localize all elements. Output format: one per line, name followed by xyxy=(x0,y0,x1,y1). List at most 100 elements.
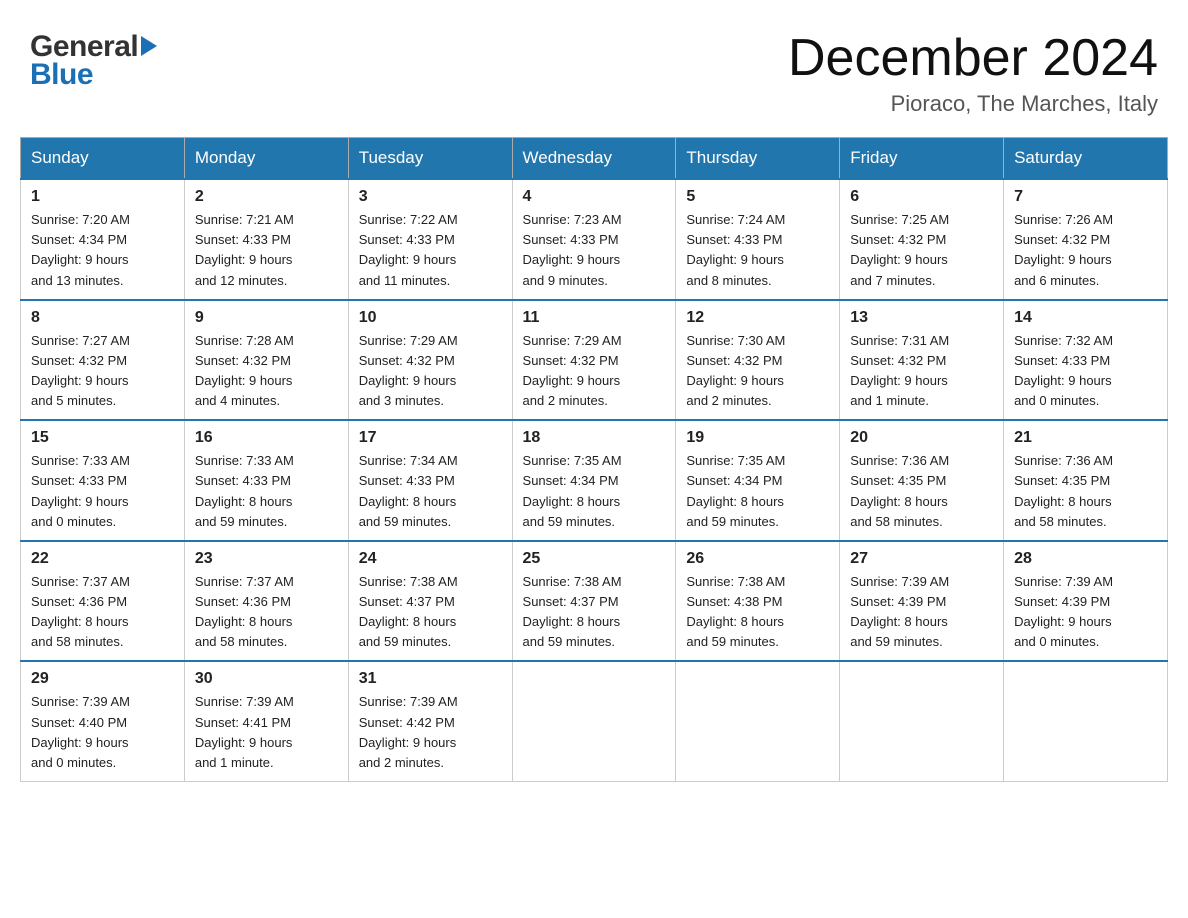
header-day-saturday: Saturday xyxy=(1004,138,1168,180)
day-info: Sunrise: 7:26 AMSunset: 4:32 PMDaylight:… xyxy=(1014,210,1157,291)
day-number: 3 xyxy=(359,188,502,206)
calendar-cell: 13Sunrise: 7:31 AMSunset: 4:32 PMDayligh… xyxy=(840,300,1004,421)
calendar-cell: 26 Sunrise: 7:38 AMSunset: 4:38 PMDayligh… xyxy=(676,541,840,662)
day-number: 18 xyxy=(523,429,666,447)
day-number: 10 xyxy=(359,309,502,327)
day-number: 29 xyxy=(31,670,174,688)
calendar-cell: 2 Sunrise: 7:21 AMSunset: 4:33 PMDaylight… xyxy=(184,179,348,300)
day-info: Sunrise: 7:38 AMSunset: 4:37 PMDaylight:… xyxy=(359,572,502,653)
day-number: 20 xyxy=(850,429,993,447)
day-info: Sunrise: 7:33 AMSunset: 4:33 PMDaylight:… xyxy=(195,451,338,532)
page-header: General Blue December 2024 Pioraco, The … xyxy=(20,20,1168,117)
calendar-cell: 9Sunrise: 7:28 AMSunset: 4:32 PMDaylight… xyxy=(184,300,348,421)
week-row-4: 22 Sunrise: 7:37 AMSunset: 4:36 PMDayligh… xyxy=(21,541,1168,662)
calendar-cell: 12Sunrise: 7:30 AMSunset: 4:32 PMDayligh… xyxy=(676,300,840,421)
calendar-cell xyxy=(1004,661,1168,781)
week-row-2: 8 Sunrise: 7:27 AMSunset: 4:32 PMDaylight… xyxy=(21,300,1168,421)
calendar-cell: 11 Sunrise: 7:29 AMSunset: 4:32 PMDayligh… xyxy=(512,300,676,421)
day-number: 21 xyxy=(1014,429,1157,447)
week-row-3: 15Sunrise: 7:33 AMSunset: 4:33 PMDayligh… xyxy=(21,420,1168,541)
calendar-cell: 23 Sunrise: 7:37 AMSunset: 4:36 PMDayligh… xyxy=(184,541,348,662)
day-info: Sunrise: 7:36 AMSunset: 4:35 PMDaylight:… xyxy=(850,451,993,532)
day-info: Sunrise: 7:23 AMSunset: 4:33 PMDaylight:… xyxy=(523,210,666,291)
day-number: 31 xyxy=(359,670,502,688)
calendar-cell xyxy=(840,661,1004,781)
calendar-cell: 6 Sunrise: 7:25 AMSunset: 4:32 PMDaylight… xyxy=(840,179,1004,300)
day-number: 19 xyxy=(686,429,829,447)
day-number: 16 xyxy=(195,429,338,447)
day-info: Sunrise: 7:28 AMSunset: 4:32 PMDaylight:… xyxy=(195,331,338,412)
calendar-cell: 17Sunrise: 7:34 AMSunset: 4:33 PMDayligh… xyxy=(348,420,512,541)
day-number: 5 xyxy=(686,188,829,206)
calendar-cell: 21 Sunrise: 7:36 AMSunset: 4:35 PMDayligh… xyxy=(1004,420,1168,541)
calendar-cell: 31 Sunrise: 7:39 AMSunset: 4:42 PMDayligh… xyxy=(348,661,512,781)
day-number: 1 xyxy=(31,188,174,206)
day-number: 7 xyxy=(1014,188,1157,206)
logo-triangle-icon xyxy=(141,36,157,56)
day-info: Sunrise: 7:24 AMSunset: 4:33 PMDaylight:… xyxy=(686,210,829,291)
header-day-friday: Friday xyxy=(840,138,1004,180)
header-day-monday: Monday xyxy=(184,138,348,180)
day-number: 4 xyxy=(523,188,666,206)
day-info: Sunrise: 7:21 AMSunset: 4:33 PMDaylight:… xyxy=(195,210,338,291)
day-info: Sunrise: 7:38 AMSunset: 4:37 PMDaylight:… xyxy=(523,572,666,653)
day-info: Sunrise: 7:25 AMSunset: 4:32 PMDaylight:… xyxy=(850,210,993,291)
calendar-cell: 27 Sunrise: 7:39 AMSunset: 4:39 PMDayligh… xyxy=(840,541,1004,662)
day-number: 14 xyxy=(1014,309,1157,327)
calendar-cell: 16 Sunrise: 7:33 AMSunset: 4:33 PMDayligh… xyxy=(184,420,348,541)
calendar-cell xyxy=(676,661,840,781)
day-info: Sunrise: 7:39 AMSunset: 4:41 PMDaylight:… xyxy=(195,692,338,773)
calendar-cell: 19 Sunrise: 7:35 AMSunset: 4:34 PMDayligh… xyxy=(676,420,840,541)
week-row-5: 29 Sunrise: 7:39 AMSunset: 4:40 PMDayligh… xyxy=(21,661,1168,781)
day-info: Sunrise: 7:22 AMSunset: 4:33 PMDaylight:… xyxy=(359,210,502,291)
day-info: Sunrise: 7:39 AMSunset: 4:39 PMDaylight:… xyxy=(850,572,993,653)
calendar-cell: 1 Sunrise: 7:20 AMSunset: 4:34 PMDaylight… xyxy=(21,179,185,300)
day-number: 6 xyxy=(850,188,993,206)
day-number: 22 xyxy=(31,550,174,568)
calendar-cell: 3 Sunrise: 7:22 AMSunset: 4:33 PMDaylight… xyxy=(348,179,512,300)
day-info: Sunrise: 7:39 AMSunset: 4:39 PMDaylight:… xyxy=(1014,572,1157,653)
calendar-cell: 22 Sunrise: 7:37 AMSunset: 4:36 PMDayligh… xyxy=(21,541,185,662)
week-row-1: 1 Sunrise: 7:20 AMSunset: 4:34 PMDaylight… xyxy=(21,179,1168,300)
day-info: Sunrise: 7:35 AMSunset: 4:34 PMDaylight:… xyxy=(686,451,829,532)
day-number: 11 xyxy=(523,309,666,327)
logo-blue-text: Blue xyxy=(30,58,93,92)
day-number: 25 xyxy=(523,550,666,568)
day-number: 23 xyxy=(195,550,338,568)
calendar-cell: 10 Sunrise: 7:29 AMSunset: 4:32 PMDayligh… xyxy=(348,300,512,421)
day-info: Sunrise: 7:36 AMSunset: 4:35 PMDaylight:… xyxy=(1014,451,1157,532)
logo: General Blue xyxy=(30,30,157,92)
calendar-cell: 15Sunrise: 7:33 AMSunset: 4:33 PMDayligh… xyxy=(21,420,185,541)
day-number: 12 xyxy=(686,309,829,327)
day-number: 28 xyxy=(1014,550,1157,568)
day-info: Sunrise: 7:33 AMSunset: 4:33 PMDaylight:… xyxy=(31,451,174,532)
calendar-cell xyxy=(512,661,676,781)
day-number: 30 xyxy=(195,670,338,688)
calendar-cell: 8 Sunrise: 7:27 AMSunset: 4:32 PMDaylight… xyxy=(21,300,185,421)
day-info: Sunrise: 7:39 AMSunset: 4:40 PMDaylight:… xyxy=(31,692,174,773)
month-year-title: December 2024 xyxy=(788,30,1158,87)
header-row: SundayMondayTuesdayWednesdayThursdayFrid… xyxy=(21,138,1168,180)
day-info: Sunrise: 7:20 AMSunset: 4:34 PMDaylight:… xyxy=(31,210,174,291)
day-number: 24 xyxy=(359,550,502,568)
day-info: Sunrise: 7:31 AMSunset: 4:32 PMDaylight:… xyxy=(850,331,993,412)
day-info: Sunrise: 7:32 AMSunset: 4:33 PMDaylight:… xyxy=(1014,331,1157,412)
calendar-cell: 7 Sunrise: 7:26 AMSunset: 4:32 PMDaylight… xyxy=(1004,179,1168,300)
day-number: 2 xyxy=(195,188,338,206)
day-number: 8 xyxy=(31,309,174,327)
calendar-cell: 25 Sunrise: 7:38 AMSunset: 4:37 PMDayligh… xyxy=(512,541,676,662)
day-number: 27 xyxy=(850,550,993,568)
day-info: Sunrise: 7:39 AMSunset: 4:42 PMDaylight:… xyxy=(359,692,502,773)
day-number: 26 xyxy=(686,550,829,568)
calendar-cell: 18 Sunrise: 7:35 AMSunset: 4:34 PMDayligh… xyxy=(512,420,676,541)
day-info: Sunrise: 7:29 AMSunset: 4:32 PMDaylight:… xyxy=(523,331,666,412)
day-info: Sunrise: 7:38 AMSunset: 4:38 PMDaylight:… xyxy=(686,572,829,653)
day-info: Sunrise: 7:35 AMSunset: 4:34 PMDaylight:… xyxy=(523,451,666,532)
day-info: Sunrise: 7:29 AMSunset: 4:32 PMDaylight:… xyxy=(359,331,502,412)
calendar-cell: 4 Sunrise: 7:23 AMSunset: 4:33 PMDaylight… xyxy=(512,179,676,300)
calendar-cell: 24 Sunrise: 7:38 AMSunset: 4:37 PMDayligh… xyxy=(348,541,512,662)
day-info: Sunrise: 7:37 AMSunset: 4:36 PMDaylight:… xyxy=(31,572,174,653)
day-info: Sunrise: 7:27 AMSunset: 4:32 PMDaylight:… xyxy=(31,331,174,412)
day-info: Sunrise: 7:37 AMSunset: 4:36 PMDaylight:… xyxy=(195,572,338,653)
calendar-cell: 14 Sunrise: 7:32 AMSunset: 4:33 PMDayligh… xyxy=(1004,300,1168,421)
